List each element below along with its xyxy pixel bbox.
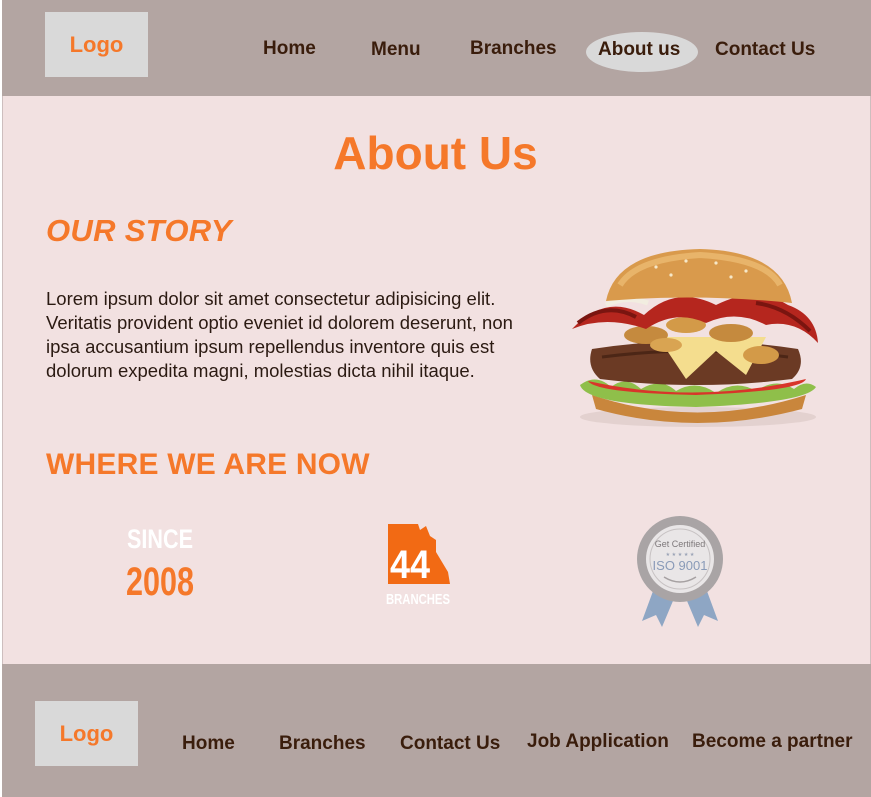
branches-badge: 44 BRANCHES — [386, 524, 450, 608]
footer-nav-home[interactable]: Home — [182, 733, 235, 755]
iso-9001-badge: Get Certified ★ ★ ★ ★ ★ ISO 9001 — [637, 516, 723, 627]
since-label: SINCE — [127, 524, 193, 554]
footer-nav-contact-us[interactable]: Contact Us — [400, 733, 500, 755]
where-we-are-now-heading: WHERE WE ARE NOW — [46, 448, 370, 481]
nav-branches[interactable]: Branches — [470, 38, 557, 60]
iso-label: ISO 9001 — [653, 558, 708, 573]
branches-count: 44 — [390, 543, 431, 587]
since-2008-badge: SINCE 2008 — [126, 524, 194, 604]
nav-contact-us[interactable]: Contact Us — [715, 39, 815, 61]
nav-home[interactable]: Home — [263, 38, 316, 60]
site-header: Logo Home Menu Branches About us Contact… — [2, 0, 871, 96]
iso-top-text: Get Certified — [655, 539, 706, 549]
header-logo[interactable]: Logo — [45, 12, 148, 77]
footer-logo[interactable]: Logo — [35, 701, 138, 766]
burger-image — [572, 249, 818, 427]
branches-label: BRANCHES — [386, 591, 450, 608]
footer-nav-job-application[interactable]: Job Application — [527, 731, 669, 753]
nav-about-us[interactable]: About us — [598, 39, 680, 61]
story-paragraph: Lorem ipsum dolor sit amet consectetur a… — [46, 288, 513, 381]
footer-nav-become-a-partner[interactable]: Become a partner — [692, 731, 853, 753]
page-title: About Us — [333, 127, 538, 179]
site-footer: Logo Home Branches Contact Us Job Applic… — [2, 664, 871, 797]
footer-nav-branches[interactable]: Branches — [279, 733, 366, 755]
since-year: 2008 — [126, 560, 194, 604]
nav-menu[interactable]: Menu — [371, 39, 421, 61]
our-story-heading: OUR STORY — [46, 213, 232, 248]
